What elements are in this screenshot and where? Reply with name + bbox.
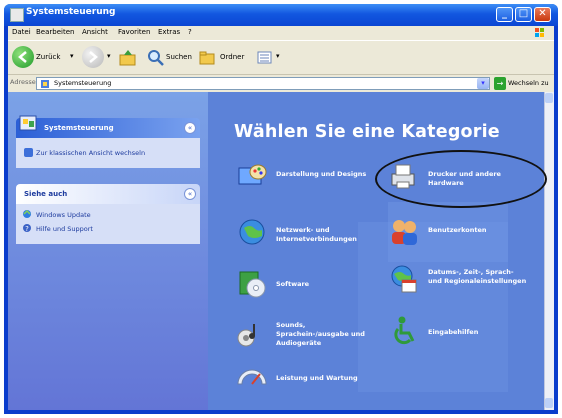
user-accounts-icon[interactable]	[388, 216, 420, 248]
svg-text:?: ?	[25, 225, 29, 233]
date-time-globe-icon[interactable]	[388, 264, 420, 296]
control-panel-box-icon	[19, 115, 37, 131]
appearance-themes-icon[interactable]	[236, 160, 268, 192]
category-sounds-link[interactable]: Sounds, Sprachein-/ausgabe und Audiogerä…	[276, 321, 376, 348]
address-value[interactable]: Systemsteuerung	[54, 79, 111, 87]
category-network-link[interactable]: Netzwerk- und Internetverbindungen	[276, 226, 376, 244]
performance-maintenance-icon[interactable]	[236, 364, 268, 396]
folder-up-icon[interactable]	[118, 48, 138, 68]
sounds-speaker-icon[interactable]	[234, 318, 266, 350]
forward-dropdown-icon[interactable]: ▾	[107, 52, 111, 60]
back-arrow-icon[interactable]	[12, 46, 34, 68]
menu-view[interactable]: Ansicht	[82, 28, 108, 36]
help-support-link[interactable]: Hilfe und Support	[36, 225, 93, 233]
menu-help[interactable]: ?	[188, 28, 192, 36]
window-title: Systemsteuerung	[26, 7, 116, 17]
classic-view-icon	[24, 148, 33, 157]
close-button[interactable]: ✕	[534, 7, 551, 22]
highlight-circle	[375, 150, 547, 208]
category-heading: Wählen Sie eine Kategorie	[234, 122, 500, 142]
menu-favorites[interactable]: Favoriten	[118, 28, 150, 36]
minimize-button[interactable]: _	[496, 7, 513, 22]
collapse-icon[interactable]: «	[184, 122, 196, 134]
network-globe-icon[interactable]	[236, 216, 268, 248]
address-dropdown-icon[interactable]: ▾	[477, 78, 489, 89]
category-software-link[interactable]: Software	[276, 280, 376, 289]
control-panel-box-title: Systemsteuerung	[44, 124, 114, 132]
windows-logo-icon	[535, 28, 544, 37]
see-also-box-body	[16, 204, 200, 244]
address-label: Adresse	[10, 78, 36, 86]
classic-view-link[interactable]: Zur klassischen Ansicht wechseln	[36, 149, 145, 157]
windows-update-icon	[23, 209, 31, 218]
see-also-title: Siehe auch	[24, 190, 68, 198]
help-support-icon: ?	[23, 224, 31, 233]
scroll-up-icon[interactable]	[545, 93, 553, 103]
menu-bar: Datei Bearbeiten Ansicht Favoriten Extra…	[8, 26, 554, 40]
folders-button-label[interactable]: Ordner	[220, 53, 244, 61]
windows-update-link[interactable]: Windows Update	[36, 211, 91, 219]
views-icon[interactable]	[256, 49, 274, 67]
search-button-label[interactable]: Suchen	[166, 53, 192, 61]
category-appearance-link[interactable]: Darstellung und Designs	[276, 170, 376, 179]
views-dropdown-icon[interactable]: ▾	[276, 52, 280, 60]
go-button-label[interactable]: Wechseln zu	[508, 79, 549, 87]
search-icon[interactable]	[146, 48, 166, 68]
vertical-scrollbar[interactable]	[544, 92, 554, 410]
forward-arrow-icon[interactable]	[82, 46, 104, 68]
category-user-accounts-link[interactable]: Benutzerkonten	[428, 226, 528, 235]
menu-tools[interactable]: Extras	[158, 28, 180, 36]
accessibility-icon[interactable]	[388, 314, 420, 346]
software-cd-icon[interactable]	[236, 268, 268, 300]
scroll-down-icon[interactable]	[545, 398, 553, 408]
see-also-collapse-icon[interactable]: «	[184, 188, 196, 200]
back-button-label[interactable]: Zurück	[36, 53, 60, 61]
category-performance-link[interactable]: Leistung und Wartung	[276, 374, 376, 383]
category-date-time-region-link[interactable]: Datums-, Zeit-, Sprach- und Regionaleins…	[428, 268, 528, 286]
maximize-button[interactable]: □	[515, 7, 532, 22]
control-panel-small-icon	[41, 80, 49, 88]
menu-file[interactable]: Datei	[12, 28, 31, 36]
toolbar: Zurück ▾ ▾ Suchen Ordner ▾	[8, 40, 554, 74]
control-panel-icon	[10, 8, 24, 22]
go-arrow-icon[interactable]: →	[494, 77, 506, 90]
menu-edit[interactable]: Bearbeiten	[36, 28, 74, 36]
back-dropdown-icon[interactable]: ▾	[70, 52, 74, 60]
category-accessibility-link[interactable]: Eingabehilfen	[428, 328, 528, 337]
folders-icon[interactable]	[198, 48, 218, 68]
